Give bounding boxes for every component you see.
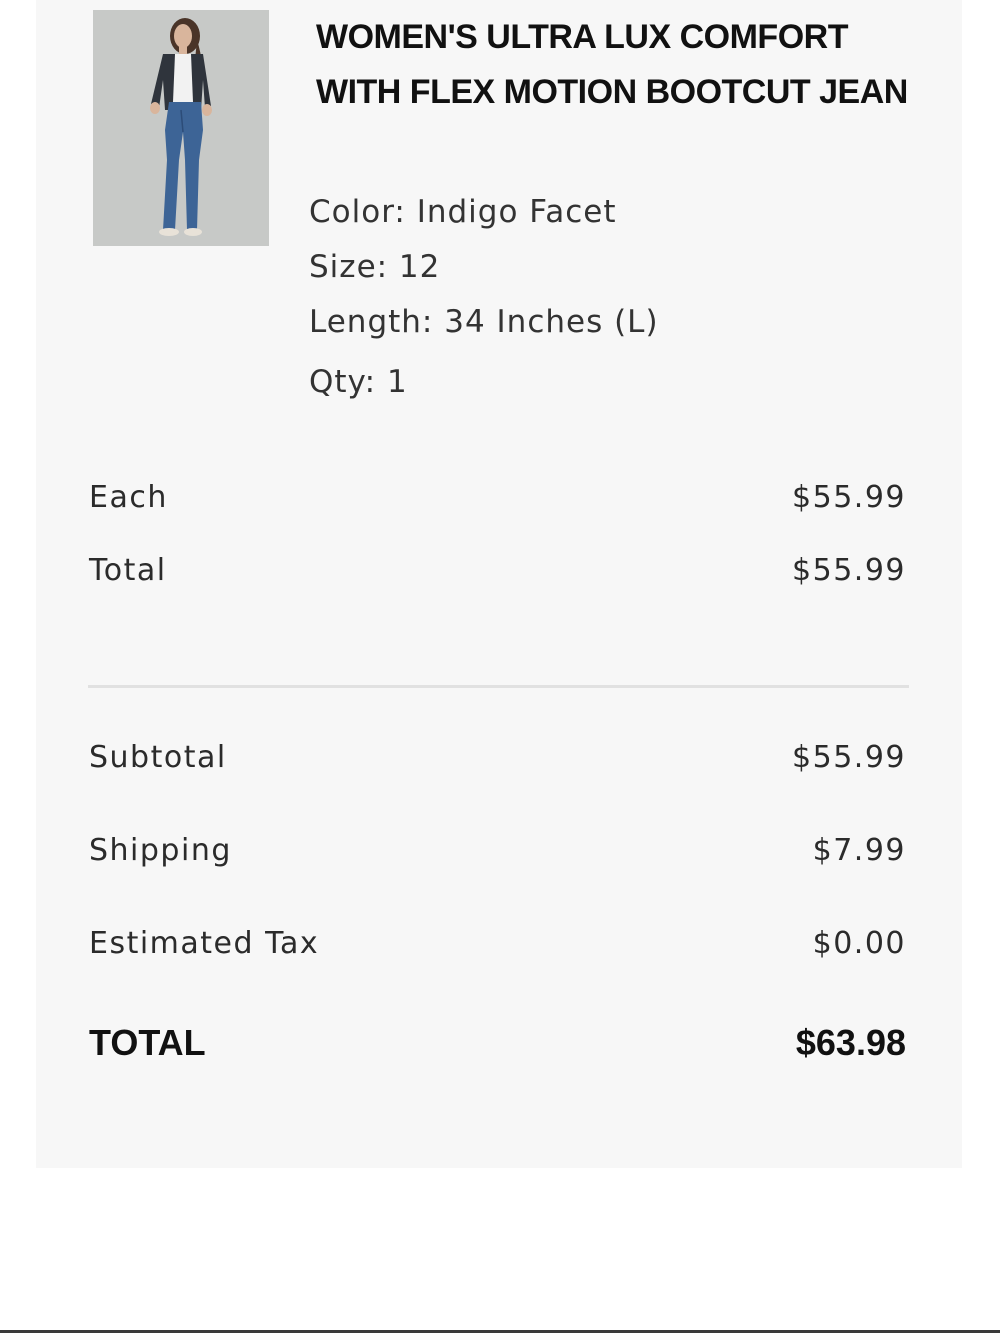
line-total-value: $55.99 — [792, 553, 906, 588]
each-label: Each — [89, 480, 168, 515]
shipping-label: Shipping — [89, 833, 232, 868]
line-total-row: Total $55.99 — [89, 553, 906, 588]
subtotal-label: Subtotal — [89, 740, 227, 775]
subtotal-value: $55.99 — [792, 740, 906, 775]
each-price-row: Each $55.99 — [89, 480, 906, 515]
summary-divider — [88, 685, 909, 688]
line-total-label: Total — [89, 553, 167, 588]
product-name[interactable]: WOMEN'S ULTRA LUX COMFORT WITH FLEX MOTI… — [316, 10, 916, 120]
order-summary-card: WOMEN'S ULTRA LUX COMFORT WITH FLEX MOTI… — [36, 0, 962, 1168]
product-size: Size: 12 — [309, 249, 441, 285]
estimated-tax-value: $0.00 — [812, 926, 906, 961]
subtotal-row: Subtotal $55.99 — [89, 740, 906, 775]
grand-total-row: TOTAL $63.98 — [89, 1022, 906, 1064]
shipping-row: Shipping $7.99 — [89, 833, 906, 868]
product-length: Length: 34 Inches (L) — [309, 304, 659, 340]
estimated-tax-row: Estimated Tax $0.00 — [89, 926, 906, 961]
grand-total-label: TOTAL — [89, 1022, 206, 1063]
shipping-value: $7.99 — [812, 833, 906, 868]
estimated-tax-label: Estimated Tax — [89, 926, 320, 961]
each-value: $55.99 — [792, 480, 906, 515]
product-color: Color: Indigo Facet — [309, 194, 617, 230]
product-quantity: Qty: 1 — [309, 364, 408, 400]
product-image[interactable] — [93, 10, 269, 246]
grand-total-value: $63.98 — [795, 1022, 906, 1063]
model-in-jeans-illustration — [93, 10, 269, 246]
